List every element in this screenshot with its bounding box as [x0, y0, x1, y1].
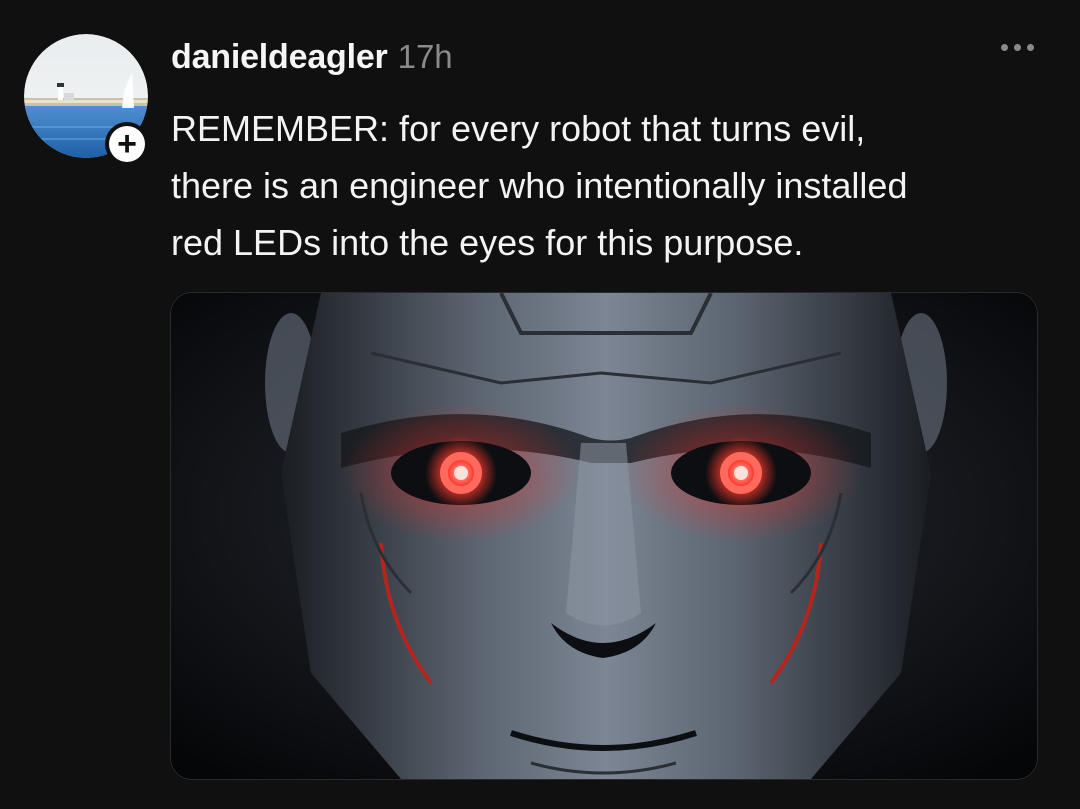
- username[interactable]: danieldeagler: [171, 38, 388, 77]
- robot-face-icon: [171, 293, 1037, 779]
- more-horizontal-icon[interactable]: [1001, 44, 1034, 51]
- post-text: REMEMBER: for every robot that turns evi…: [171, 108, 908, 263]
- thread-post: + danieldeagler 17h REMEMBER: for every …: [0, 0, 1080, 809]
- timestamp: 17h: [397, 38, 453, 75]
- post-header: danieldeagler 17h: [171, 38, 453, 82]
- avatar-container: +: [24, 34, 149, 166]
- plus-icon: +: [109, 126, 145, 162]
- follow-button[interactable]: +: [105, 122, 149, 166]
- post-image[interactable]: [170, 292, 1038, 780]
